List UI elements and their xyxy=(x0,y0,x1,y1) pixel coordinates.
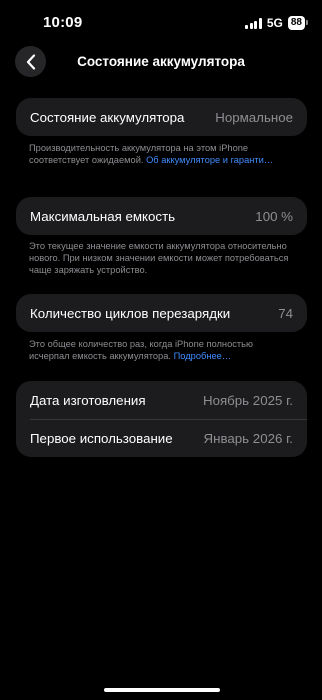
max-capacity-note: Это текущее значение емкости аккумулятор… xyxy=(29,240,289,276)
battery-health-card: Состояние аккумулятора Нормальное xyxy=(16,98,307,136)
battery-health-row: Состояние аккумулятора Нормальное xyxy=(16,98,307,136)
max-capacity-card: Максимальная емкость 100 % xyxy=(16,197,307,235)
max-capacity-label: Максимальная емкость xyxy=(30,208,176,224)
status-bar: 10:09 5G 88 xyxy=(0,0,322,48)
first-use-value: Январь 2026 г. xyxy=(203,430,293,446)
battery-warranty-link[interactable]: Об аккумуляторе и гаранти… xyxy=(146,155,273,165)
manufacture-date-label: Дата изготовления xyxy=(30,392,146,408)
status-time: 10:09 xyxy=(43,14,83,31)
battery-health-note: Производительность аккумулятора на этом … xyxy=(29,142,289,166)
home-indicator[interactable] xyxy=(104,688,220,692)
dates-card: Дата изготовления Ноябрь 2025 г. Первое … xyxy=(16,381,307,457)
first-use-label: Первое использование xyxy=(30,430,173,446)
battery-health-label: Состояние аккумулятора xyxy=(30,109,185,125)
charge-cycles-row: Количество циклов перезарядки 74 xyxy=(16,294,307,332)
battery-health-value: Нормальное xyxy=(215,109,293,125)
max-capacity-note-text: Это текущее значение емкости аккумулятор… xyxy=(29,241,289,275)
cellular-signal-icon xyxy=(245,17,262,29)
charge-cycles-card: Количество циклов перезарядки 74 xyxy=(16,294,307,332)
charge-cycles-value: 74 xyxy=(278,305,293,321)
battery-icon: 88 xyxy=(287,16,309,30)
max-capacity-row: Максимальная емкость 100 % xyxy=(16,197,307,235)
charge-cycles-note: Это общее количество раз, когда iPhone п… xyxy=(29,338,289,362)
battery-level: 88 xyxy=(290,17,302,28)
status-indicators: 5G 88 xyxy=(245,16,309,30)
learn-more-link[interactable]: Подробнее… xyxy=(174,351,232,361)
navigation-bar: Состояние аккумулятора xyxy=(0,44,322,80)
manufacture-date-row: Дата изготовления Ноябрь 2025 г. xyxy=(16,381,307,419)
manufacture-date-value: Ноябрь 2025 г. xyxy=(202,392,293,408)
page-title: Состояние аккумулятора xyxy=(77,54,245,69)
charge-cycles-label: Количество циклов перезарядки xyxy=(30,305,231,321)
max-capacity-value: 100 % xyxy=(255,208,293,224)
network-type: 5G xyxy=(266,16,283,30)
battery-health-screen: 10:09 5G 88 Состояние аккумулятора Состо… xyxy=(0,0,322,700)
first-use-row: Первое использование Январь 2026 г. xyxy=(16,419,307,457)
